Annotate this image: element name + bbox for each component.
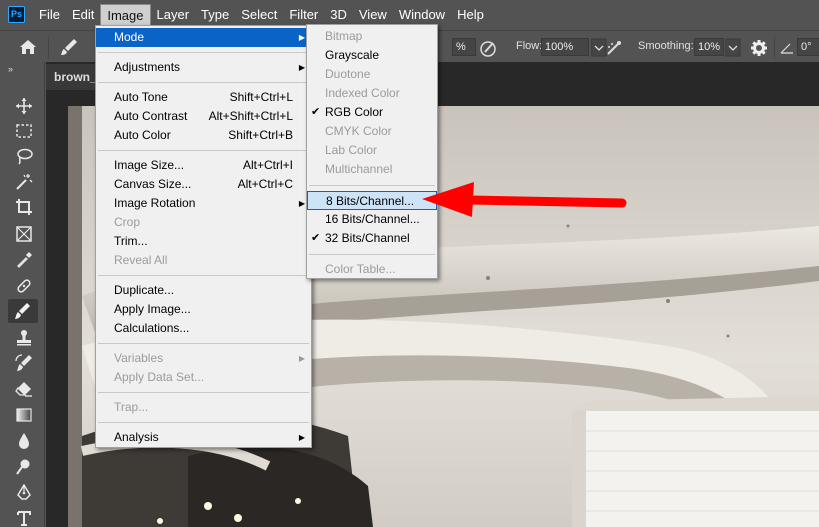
annotation-arrow-head bbox=[422, 182, 474, 217]
annotation-arrow bbox=[422, 182, 627, 217]
annotation-arrow-shaft bbox=[465, 195, 627, 208]
